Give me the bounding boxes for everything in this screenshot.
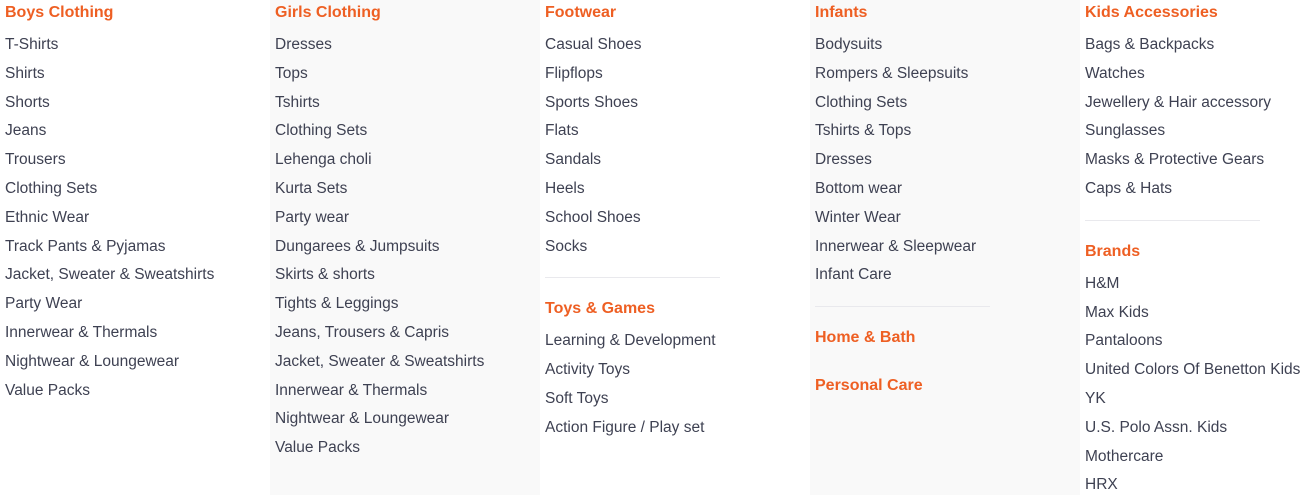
group-title-toys-games[interactable]: Toys & Games: [545, 298, 810, 320]
group-title-home-bath[interactable]: Home & Bath: [815, 327, 1080, 349]
list-item[interactable]: Trousers: [5, 146, 270, 175]
list-item[interactable]: Flats: [545, 117, 810, 146]
list-kids-accessories: Bags & Backpacks Watches Jewellery & Hai…: [1085, 31, 1312, 204]
list-item[interactable]: Party wear: [275, 204, 540, 233]
list-item[interactable]: Tshirts & Tops: [815, 117, 1080, 146]
list-item[interactable]: United Colors Of Benetton Kids: [1085, 356, 1312, 385]
list-item[interactable]: Clothing Sets: [275, 117, 540, 146]
list-item[interactable]: Winter Wear: [815, 204, 1080, 233]
group-title-girls-clothing[interactable]: Girls Clothing: [275, 2, 540, 24]
group-title-footwear[interactable]: Footwear: [545, 2, 810, 24]
list-item[interactable]: Jeans, Trousers & Capris: [275, 319, 540, 348]
list-item[interactable]: Track Pants & Pyjamas: [5, 233, 270, 262]
list-item[interactable]: Watches: [1085, 60, 1312, 89]
list-item[interactable]: Soft Toys: [545, 385, 810, 414]
menu-column-infants: Infants Bodysuits Rompers & Sleepsuits C…: [810, 0, 1080, 495]
list-item[interactable]: Skirts & shorts: [275, 261, 540, 290]
list-item[interactable]: Shirts: [5, 60, 270, 89]
list-item[interactable]: Rompers & Sleepsuits: [815, 60, 1080, 89]
list-item[interactable]: Shorts: [5, 89, 270, 118]
list-boys-clothing: T-Shirts Shirts Shorts Jeans Trousers Cl…: [5, 31, 270, 405]
group-title-kids-accessories[interactable]: Kids Accessories: [1085, 2, 1312, 24]
list-item[interactable]: Pantaloons: [1085, 327, 1312, 356]
list-item[interactable]: Sunglasses: [1085, 117, 1312, 146]
list-item[interactable]: Dresses: [275, 31, 540, 60]
list-item[interactable]: Bags & Backpacks: [1085, 31, 1312, 60]
list-item[interactable]: Innerwear & Sleepwear: [815, 233, 1080, 262]
mega-menu: Boys Clothing T-Shirts Shirts Shorts Jea…: [0, 0, 1312, 495]
group-title-boys-clothing[interactable]: Boys Clothing: [5, 2, 270, 24]
list-item[interactable]: Clothing Sets: [815, 89, 1080, 118]
list-item[interactable]: Learning & Development: [545, 327, 810, 356]
list-footwear: Casual Shoes Flipflops Sports Shoes Flat…: [545, 31, 810, 261]
list-item[interactable]: Jeans: [5, 117, 270, 146]
section-divider: [815, 306, 990, 308]
list-item[interactable]: Masks & Protective Gears: [1085, 146, 1312, 175]
list-item[interactable]: Ethnic Wear: [5, 204, 270, 233]
menu-column-footwear-toys: Footwear Casual Shoes Flipflops Sports S…: [540, 0, 810, 495]
menu-column-accessories-brands: Kids Accessories Bags & Backpacks Watche…: [1080, 0, 1312, 495]
list-item[interactable]: Clothing Sets: [5, 175, 270, 204]
section-divider: [545, 277, 720, 279]
menu-column-boys: Boys Clothing T-Shirts Shirts Shorts Jea…: [0, 0, 270, 495]
list-toys-games: Learning & Development Activity Toys Sof…: [545, 327, 810, 442]
list-item[interactable]: Infant Care: [815, 261, 1080, 290]
list-item[interactable]: Nightwear & Loungewear: [5, 348, 270, 377]
list-item[interactable]: Dresses: [815, 146, 1080, 175]
list-item[interactable]: Dungarees & Jumpsuits: [275, 233, 540, 262]
list-item[interactable]: Sports Shoes: [545, 89, 810, 118]
list-item[interactable]: Mothercare: [1085, 443, 1312, 472]
list-item[interactable]: Flipflops: [545, 60, 810, 89]
group-title-infants[interactable]: Infants: [815, 2, 1080, 24]
list-girls-clothing: Dresses Tops Tshirts Clothing Sets Lehen…: [275, 31, 540, 463]
list-item[interactable]: Nightwear & Loungewear: [275, 405, 540, 434]
list-item[interactable]: YK: [1085, 385, 1312, 414]
list-item[interactable]: Casual Shoes: [545, 31, 810, 60]
list-item[interactable]: Innerwear & Thermals: [275, 377, 540, 406]
list-item[interactable]: Value Packs: [5, 377, 270, 406]
list-item[interactable]: Activity Toys: [545, 356, 810, 385]
list-item[interactable]: U.S. Polo Assn. Kids: [1085, 414, 1312, 443]
list-item[interactable]: Tights & Leggings: [275, 290, 540, 319]
list-item[interactable]: H&M: [1085, 270, 1312, 299]
list-item[interactable]: Tops: [275, 60, 540, 89]
list-item[interactable]: Party Wear: [5, 290, 270, 319]
list-item[interactable]: Heels: [545, 175, 810, 204]
list-brands: H&M Max Kids Pantaloons United Colors Of…: [1085, 270, 1312, 495]
list-item[interactable]: Value Packs: [275, 434, 540, 463]
list-item[interactable]: Sandals: [545, 146, 810, 175]
list-item[interactable]: Bodysuits: [815, 31, 1080, 60]
list-item[interactable]: Tshirts: [275, 89, 540, 118]
list-item[interactable]: Jewellery & Hair accessory: [1085, 89, 1312, 118]
list-item[interactable]: T-Shirts: [5, 31, 270, 60]
menu-column-girls: Girls Clothing Dresses Tops Tshirts Clot…: [270, 0, 540, 495]
list-infants: Bodysuits Rompers & Sleepsuits Clothing …: [815, 31, 1080, 290]
list-item[interactable]: Kurta Sets: [275, 175, 540, 204]
list-item[interactable]: HRX: [1085, 471, 1312, 495]
section-divider: [1085, 219, 1260, 221]
list-item[interactable]: Jacket, Sweater & Sweatshirts: [275, 348, 540, 377]
list-item[interactable]: Jacket, Sweater & Sweatshirts: [5, 261, 270, 290]
list-item[interactable]: Socks: [545, 233, 810, 262]
list-item[interactable]: Max Kids: [1085, 299, 1312, 328]
group-title-brands[interactable]: Brands: [1085, 241, 1312, 263]
list-item[interactable]: Innerwear & Thermals: [5, 319, 270, 348]
list-item[interactable]: Lehenga choli: [275, 146, 540, 175]
list-item[interactable]: Bottom wear: [815, 175, 1080, 204]
list-item[interactable]: Caps & Hats: [1085, 175, 1312, 204]
group-title-personal-care[interactable]: Personal Care: [815, 375, 1080, 397]
list-item[interactable]: School Shoes: [545, 204, 810, 233]
list-item[interactable]: Action Figure / Play set: [545, 414, 810, 443]
